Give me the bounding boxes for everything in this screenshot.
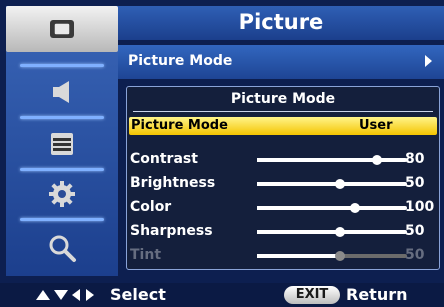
slider-track[interactable] xyxy=(257,179,407,189)
sidebar-item-picture[interactable] xyxy=(6,6,118,52)
slider-knob[interactable] xyxy=(372,155,382,165)
slider-fill xyxy=(257,206,355,210)
footer-hint-bar: Select EXIT Return xyxy=(0,283,444,307)
picture-mode-selector-value: User xyxy=(359,118,393,133)
slider-fill xyxy=(257,182,340,186)
gear-icon xyxy=(49,181,75,207)
slider-knob xyxy=(334,251,345,261)
slider-tint: Tint 50 xyxy=(127,245,439,267)
search-icon xyxy=(49,235,76,262)
slider-value: 50 xyxy=(405,247,425,263)
sidebar-separator xyxy=(20,218,104,221)
slider-color[interactable]: Color 100 xyxy=(127,197,439,219)
panel-divider xyxy=(133,111,433,112)
slider-brightness[interactable]: Brightness 50 xyxy=(127,173,439,195)
sidebar-separator xyxy=(20,64,104,67)
sidebar-item-sound[interactable] xyxy=(6,72,118,112)
sidebar-item-settings[interactable] xyxy=(6,174,118,214)
slider-label: Brightness xyxy=(130,175,216,191)
sidebar-separator xyxy=(20,116,104,119)
slider-contrast[interactable]: Contrast 80 xyxy=(127,149,439,171)
picture-mode-menu-label: Picture Mode xyxy=(128,53,233,69)
picture-mode-menu-item[interactable]: Picture Mode xyxy=(118,45,444,79)
slider-value: 50 xyxy=(405,223,425,239)
chevron-right-icon xyxy=(425,55,432,67)
list-icon xyxy=(51,133,73,155)
slider-label: Sharpness xyxy=(130,223,213,239)
slider-fill xyxy=(257,158,377,162)
select-hint-label: Select xyxy=(110,285,166,304)
slider-track[interactable] xyxy=(257,227,407,237)
speaker-icon xyxy=(53,81,69,103)
exit-button[interactable]: EXIT xyxy=(284,286,340,304)
slider-fill xyxy=(257,230,340,234)
picture-mode-selector[interactable]: Picture Mode User xyxy=(129,117,437,135)
sidebar-item-search[interactable] xyxy=(6,226,118,270)
slider-knob[interactable] xyxy=(334,227,345,237)
return-hint-label: Return xyxy=(346,285,408,304)
sidebar-separator xyxy=(20,168,104,171)
slider-track xyxy=(257,251,407,261)
slider-value: 100 xyxy=(405,199,435,215)
slider-track[interactable] xyxy=(257,203,407,213)
slider-value: 80 xyxy=(405,151,425,167)
slider-fill xyxy=(257,254,340,258)
picture-mode-selector-label: Picture Mode xyxy=(131,118,228,133)
slider-value: 50 xyxy=(405,175,425,191)
slider-knob[interactable] xyxy=(334,179,345,189)
picture-icon xyxy=(50,20,74,38)
slider-label: Tint xyxy=(130,247,162,263)
slider-track[interactable] xyxy=(257,155,407,165)
picture-mode-panel: Picture Mode Picture Mode User Contrast … xyxy=(126,86,440,270)
slider-knob[interactable] xyxy=(349,203,360,213)
slider-label: Contrast xyxy=(130,151,198,167)
navigation-arrows-icon xyxy=(36,289,94,301)
panel-title: Picture Mode xyxy=(230,91,336,107)
page-header: Picture xyxy=(118,6,444,40)
slider-sharpness[interactable]: Sharpness 50 xyxy=(127,221,439,243)
slider-label: Color xyxy=(130,199,172,215)
tv-osd: Picture Picture Mode Picture Mode Pictur… xyxy=(0,0,444,307)
sidebar xyxy=(6,6,118,276)
sidebar-item-setup[interactable] xyxy=(6,124,118,164)
page-title: Picture xyxy=(238,10,324,34)
